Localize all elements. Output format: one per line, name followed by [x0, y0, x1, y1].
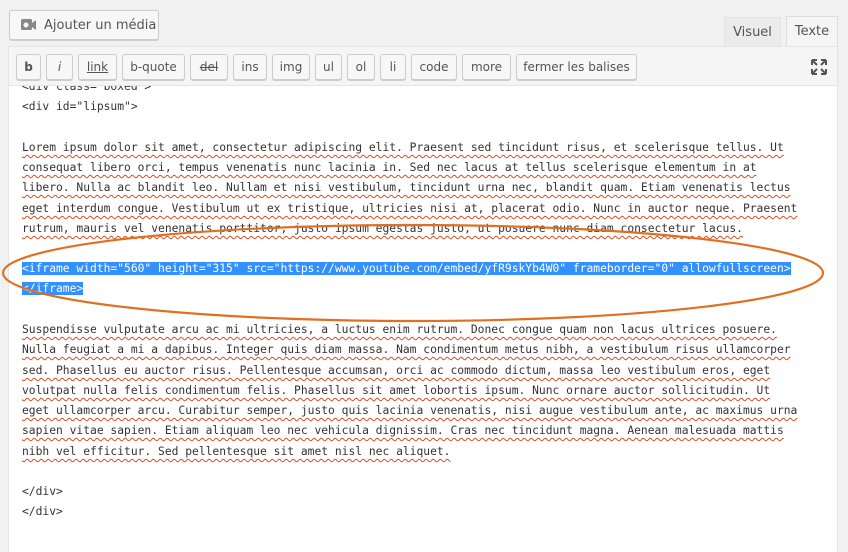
- ol-button[interactable]: ol: [347, 54, 375, 80]
- paragraph-line: Lorem ipsum dolor sit amet, consectetur …: [22, 141, 784, 154]
- italic-button[interactable]: i: [46, 54, 73, 80]
- more-button[interactable]: more: [462, 54, 511, 80]
- paragraph-line: nibh vel efficitur. Sed pellentesque sit…: [22, 445, 451, 458]
- close-tags-button[interactable]: fermer les balises: [516, 54, 637, 80]
- paragraph-line: Suspendisse vulputate arcu ac mi ultrici…: [22, 323, 777, 336]
- selected-iframe-text: <iframe width="560" height="315" src="ht…: [22, 262, 791, 275]
- iframe-code-line: <iframe width="560" height="315" src="ht…: [22, 259, 791, 279]
- ins-button[interactable]: ins: [233, 54, 267, 80]
- bold-button[interactable]: b: [16, 54, 41, 80]
- tab-text[interactable]: Texte: [786, 16, 838, 46]
- code-button[interactable]: code: [411, 54, 457, 80]
- fullscreen-icon[interactable]: [809, 57, 829, 77]
- ul-button[interactable]: ul: [315, 54, 342, 80]
- li-button[interactable]: li: [380, 54, 406, 80]
- link-button[interactable]: link: [78, 54, 117, 80]
- paragraph-line: sapien vitae sapien. Etiam aliquam leo n…: [22, 424, 784, 437]
- paragraph-line: consequat libero orci, tempus venenatis …: [22, 161, 757, 174]
- code-line: </div>: [22, 505, 63, 518]
- paragraph-line: eget interdum congue. Vestibulum ut ex t…: [22, 202, 798, 215]
- paragraph-line: rutrum, mauris vel venenatis porttitor, …: [22, 222, 743, 235]
- paragraph-line: libero. Nulla ac blandit leo. Nullam et …: [22, 181, 791, 194]
- tab-visual[interactable]: Visuel: [724, 17, 781, 46]
- paragraph-line: sed. Phasellus eu auctor risus. Pellente…: [22, 364, 771, 377]
- media-icon: [18, 15, 38, 35]
- blockquote-button[interactable]: b-quote: [122, 54, 185, 80]
- add-media-button[interactable]: Ajouter un média: [9, 10, 159, 40]
- paragraph-line: Nulla feugiat a mi a dapibus. Integer qu…: [22, 343, 791, 356]
- del-button[interactable]: del: [190, 54, 228, 80]
- iframe-code-line: </iframe>: [22, 279, 84, 299]
- selected-iframe-text: </iframe>: [22, 282, 84, 295]
- code-line: <div id="lipsum">: [22, 100, 138, 113]
- text-editor: b i link b-quote del ins img ul ol li co…: [8, 46, 838, 552]
- quicktags-toolbar: b i link b-quote del ins img ul ol li co…: [9, 47, 837, 86]
- img-button[interactable]: img: [272, 54, 310, 80]
- paragraph-line: volutpat nulla felis condimentum felis. …: [22, 384, 771, 397]
- paragraph-line: eget ullamcorper arcu. Curabitur semper,…: [22, 404, 798, 417]
- add-media-label: Ajouter un média: [44, 17, 157, 33]
- code-line: </div>: [22, 485, 63, 498]
- text-content[interactable]: <div class="boxed"> <div id="lipsum"> Lo…: [22, 86, 830, 552]
- code-line: <div class="boxed">: [22, 86, 152, 93]
